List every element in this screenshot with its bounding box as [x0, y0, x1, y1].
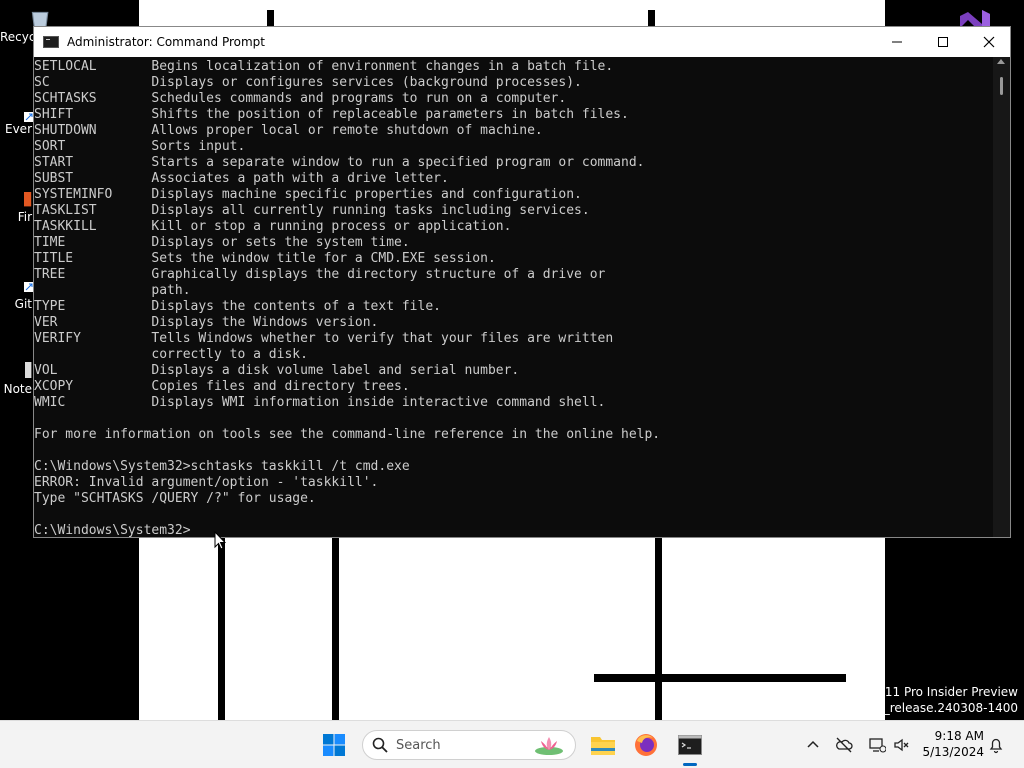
- volume-muted-icon[interactable]: [893, 736, 911, 754]
- chevron-up-icon[interactable]: [804, 736, 822, 754]
- console-line: VOL Displays a disk volume label and ser…: [34, 363, 520, 378]
- console-line: SCHTASKS Schedules commands and programs…: [34, 91, 567, 106]
- console-line: Type "SCHTASKS /QUERY /?" for usage.: [34, 491, 316, 506]
- command-prompt-window[interactable]: Administrator: Command Prompt SETLOCAL B…: [33, 26, 1011, 538]
- lotus-highlight-icon: [535, 737, 563, 755]
- vertical-scrollbar[interactable]: [993, 57, 1010, 537]
- console-line: START Starts a separate window to run a …: [34, 155, 645, 170]
- active-app-indicator: [683, 763, 697, 766]
- console-lines: SETLOCAL Begins localization of environm…: [34, 59, 660, 537]
- start-button[interactable]: [318, 729, 350, 761]
- console-line: SHUTDOWN Allows proper local or remote s…: [34, 123, 543, 138]
- taskbar-file-explorer[interactable]: [587, 729, 619, 761]
- taskbar: Search 9:18 AM 5/13/2024: [0, 720, 1024, 768]
- notepad-icon: [25, 362, 32, 378]
- console-line: TREE Graphically displays the directory …: [34, 267, 606, 282]
- console-output[interactable]: SETLOCAL Begins localization of environm…: [34, 57, 994, 537]
- console-line: SUBST Associates a path with a drive let…: [34, 171, 449, 186]
- console-line: SHIFT Shifts the position of replaceable…: [34, 107, 629, 122]
- maximize-button[interactable]: [920, 27, 966, 57]
- terminal-icon: [678, 735, 702, 755]
- network-icon[interactable]: [868, 736, 886, 754]
- console-line: correctly to a disk.: [34, 347, 308, 362]
- window-title: Administrator: Command Prompt: [67, 35, 265, 49]
- watermark-line: ws 11 Pro Insider Preview: [864, 685, 1018, 699]
- wallpaper-line: [332, 530, 339, 720]
- system-clock[interactable]: 9:18 AM 5/13/2024: [918, 728, 984, 760]
- windows-logo-icon: [323, 734, 345, 756]
- firefox-icon: [635, 734, 657, 756]
- mouse-pointer-icon: [214, 531, 226, 550]
- console-line: ERROR: Invalid argument/option - 'taskki…: [34, 475, 379, 490]
- search-icon: [372, 737, 388, 753]
- console-line: SC Displays or configures services (back…: [34, 75, 582, 90]
- maximize-icon: [938, 37, 948, 47]
- console-line: C:\Windows\System32>schtasks taskkill /t…: [34, 459, 410, 474]
- console-line: TYPE Displays the contents of a text fil…: [34, 299, 441, 314]
- close-button[interactable]: [966, 27, 1012, 57]
- title-bar[interactable]: Administrator: Command Prompt: [34, 27, 1010, 57]
- console-line: For more information on tools see the co…: [34, 427, 661, 442]
- wallpaper-line: [218, 530, 225, 720]
- wallpaper-line: [594, 674, 846, 682]
- folder-icon: [591, 737, 615, 755]
- wallpaper-line: [655, 530, 662, 720]
- console-line: path.: [34, 283, 191, 298]
- scroll-thumb[interactable]: [1000, 77, 1003, 95]
- minimize-button[interactable]: [874, 27, 920, 57]
- console-line: VERIFY Tells Windows whether to verify t…: [34, 331, 614, 346]
- console-line: TIME Displays or sets the system time.: [34, 235, 410, 250]
- clock-date: 5/13/2024: [922, 745, 984, 759]
- console-line: SORT Sorts input.: [34, 139, 246, 154]
- console-line: C:\Windows\System32>: [34, 523, 191, 537]
- taskbar-search-box[interactable]: Search: [362, 730, 576, 760]
- os-watermark: ws 11 Pro Insider Preview 30.ge_release.…: [850, 684, 1018, 716]
- console-line: VER Displays the Windows version.: [34, 315, 379, 330]
- taskbar-firefox[interactable]: [630, 729, 662, 761]
- console-line: WMIC Displays WMI information inside int…: [34, 395, 606, 410]
- minimize-icon: [892, 41, 902, 43]
- watermark-line: 30.ge_release.240308-1400: [849, 701, 1018, 715]
- terminal-icon: [43, 36, 59, 48]
- clock-time: 9:18 AM: [934, 729, 984, 743]
- search-placeholder: Search: [396, 738, 441, 753]
- console-line: TITLE Sets the window title for a CMD.EX…: [34, 251, 496, 266]
- scroll-up-arrow-icon[interactable]: [997, 59, 1005, 64]
- console-line: SETLOCAL Begins localization of environm…: [34, 59, 614, 74]
- console-line: XCOPY Copies files and directory trees.: [34, 379, 410, 394]
- console-line: TASKLIST Displays all currently running …: [34, 203, 590, 218]
- taskbar-command-prompt[interactable]: [674, 729, 706, 761]
- console-line: SYSTEMINFO Displays machine specific pro…: [34, 187, 582, 202]
- onedrive-offline-icon[interactable]: [835, 736, 853, 754]
- close-icon: [983, 36, 995, 48]
- notification-bell-icon[interactable]: [987, 736, 1005, 754]
- console-line: TASKKILL Kill or stop a running process …: [34, 219, 512, 234]
